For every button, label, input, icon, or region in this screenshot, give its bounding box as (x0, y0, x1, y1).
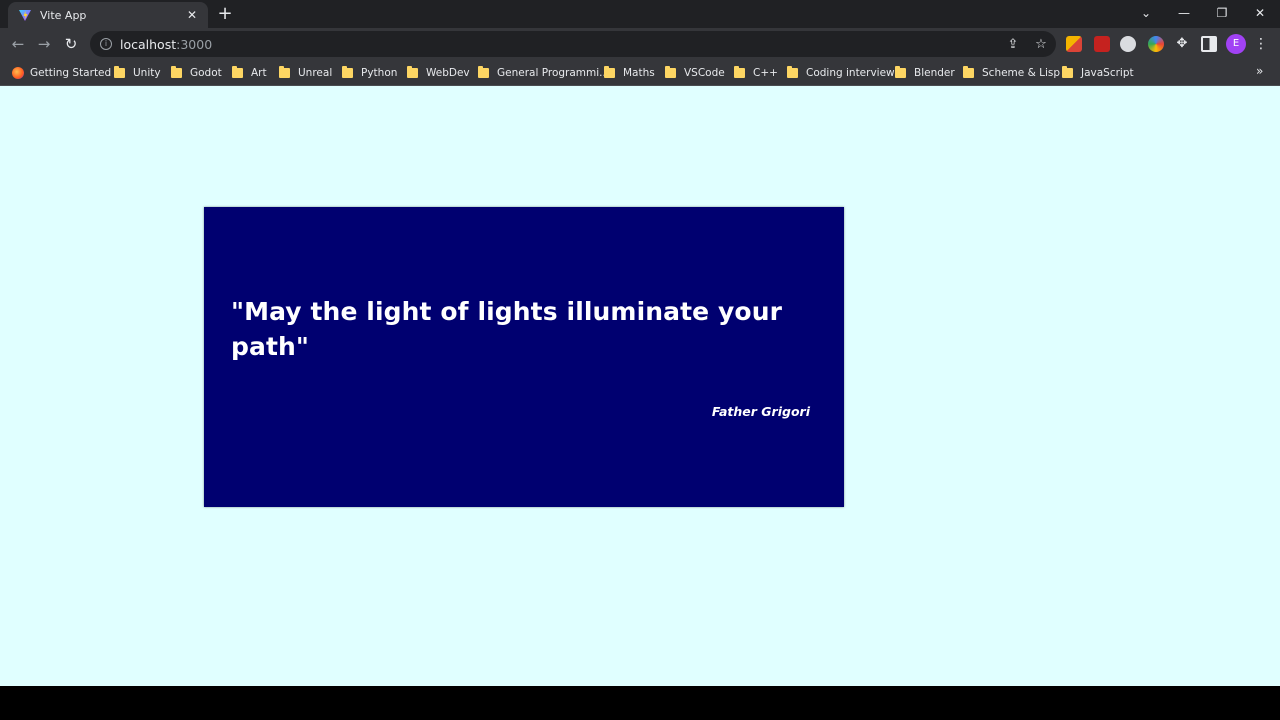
folder-icon (604, 66, 615, 78)
folder-icon (895, 66, 906, 78)
quote-author: Father Grigori (711, 404, 810, 419)
bookmark-folder-webdev[interactable]: WebDev (407, 64, 470, 82)
side-panel-icon[interactable] (1201, 36, 1217, 52)
folder-icon (665, 66, 676, 78)
menu-kebab-icon[interactable]: ⋮ (1254, 34, 1268, 54)
bookmark-folder-cpp[interactable]: C++ (734, 64, 778, 82)
bookmark-folder-unreal[interactable]: Unreal (279, 64, 332, 82)
bookmark-folder-vscode[interactable]: VSCode (665, 64, 725, 82)
folder-icon (171, 66, 182, 78)
reload-icon[interactable]: ↻ (59, 32, 83, 56)
bookmark-folder-godot[interactable]: Godot (171, 64, 222, 82)
quote-text: "May the light of lights illuminate your… (231, 297, 783, 361)
bookmarks-bar: Getting Started Unity Godot Art Unreal P… (0, 60, 1280, 86)
new-tab-button[interactable]: + (214, 4, 236, 26)
bookmark-getting-started[interactable]: Getting Started (12, 64, 111, 82)
quote-card: "May the light of lights illuminate your… (204, 207, 844, 507)
folder-icon (279, 66, 290, 78)
tab-close-icon[interactable]: ✕ (184, 7, 200, 23)
bookmark-star-icon[interactable]: ☆ (1032, 36, 1050, 54)
extension-icon-1[interactable] (1066, 36, 1082, 52)
folder-icon (478, 66, 489, 78)
bookmark-folder-maths[interactable]: Maths (604, 64, 655, 82)
minimize-button[interactable]: — (1165, 0, 1203, 28)
site-info-icon[interactable]: i (100, 38, 112, 50)
vite-logo-icon (18, 8, 32, 22)
address-host: localhost (120, 36, 177, 52)
page-viewport: "May the light of lights illuminate your… (0, 86, 1280, 686)
folder-icon (232, 66, 243, 78)
forward-arrow-icon[interactable]: → (32, 32, 56, 56)
profile-avatar[interactable]: E (1226, 34, 1246, 54)
extensions-puzzle-icon[interactable]: ✥ (1174, 36, 1190, 52)
share-icon[interactable]: ⇪ (1004, 36, 1022, 54)
bookmark-folder-python[interactable]: Python (342, 64, 397, 82)
extension-icon-4[interactable] (1148, 36, 1164, 52)
folder-icon (787, 66, 798, 78)
bookmarks-overflow-icon[interactable]: » (1256, 64, 1263, 78)
bookmark-folder-coding-interview[interactable]: Coding interview (787, 64, 895, 82)
tab-search-chevron-icon[interactable]: ⌄ (1127, 0, 1165, 28)
tab-title: Vite App (40, 8, 87, 22)
bookmark-folder-javascript[interactable]: JavaScript (1062, 64, 1134, 82)
address-port: :3000 (176, 36, 213, 52)
tab-strip: Vite App ✕ + ⌄ — ❐ ✕ (0, 0, 1280, 28)
extension-icon-2[interactable] (1094, 36, 1110, 52)
close-window-button[interactable]: ✕ (1241, 0, 1279, 28)
bookmark-folder-scheme-lisp[interactable]: Scheme & Lisp (963, 64, 1060, 82)
extension-icon-3[interactable] (1120, 36, 1136, 52)
tab-vite-app[interactable]: Vite App ✕ (8, 2, 208, 28)
bookmark-folder-unity[interactable]: Unity (114, 64, 161, 82)
firefox-icon (12, 67, 24, 79)
folder-icon (342, 66, 353, 78)
bookmark-folder-blender[interactable]: Blender (895, 64, 955, 82)
folder-icon (1062, 66, 1073, 78)
restore-button[interactable]: ❐ (1203, 0, 1241, 28)
folder-icon (114, 66, 125, 78)
bottom-bar (0, 686, 1280, 720)
folder-icon (963, 66, 974, 78)
browser-window: Vite App ✕ + ⌄ — ❐ ✕ ← → ↻ i localhost :… (0, 0, 1280, 720)
browser-toolbar: ← → ↻ i localhost :3000 ⇪ ☆ (0, 28, 1280, 60)
back-arrow-icon[interactable]: ← (6, 32, 30, 56)
folder-icon (734, 66, 745, 78)
bookmark-folder-art[interactable]: Art (232, 64, 267, 82)
bookmark-folder-general-programming[interactable]: General Programmi... (478, 64, 609, 82)
folder-icon (407, 66, 418, 78)
address-bar[interactable]: i localhost :3000 ⇪ ☆ (90, 31, 1056, 57)
